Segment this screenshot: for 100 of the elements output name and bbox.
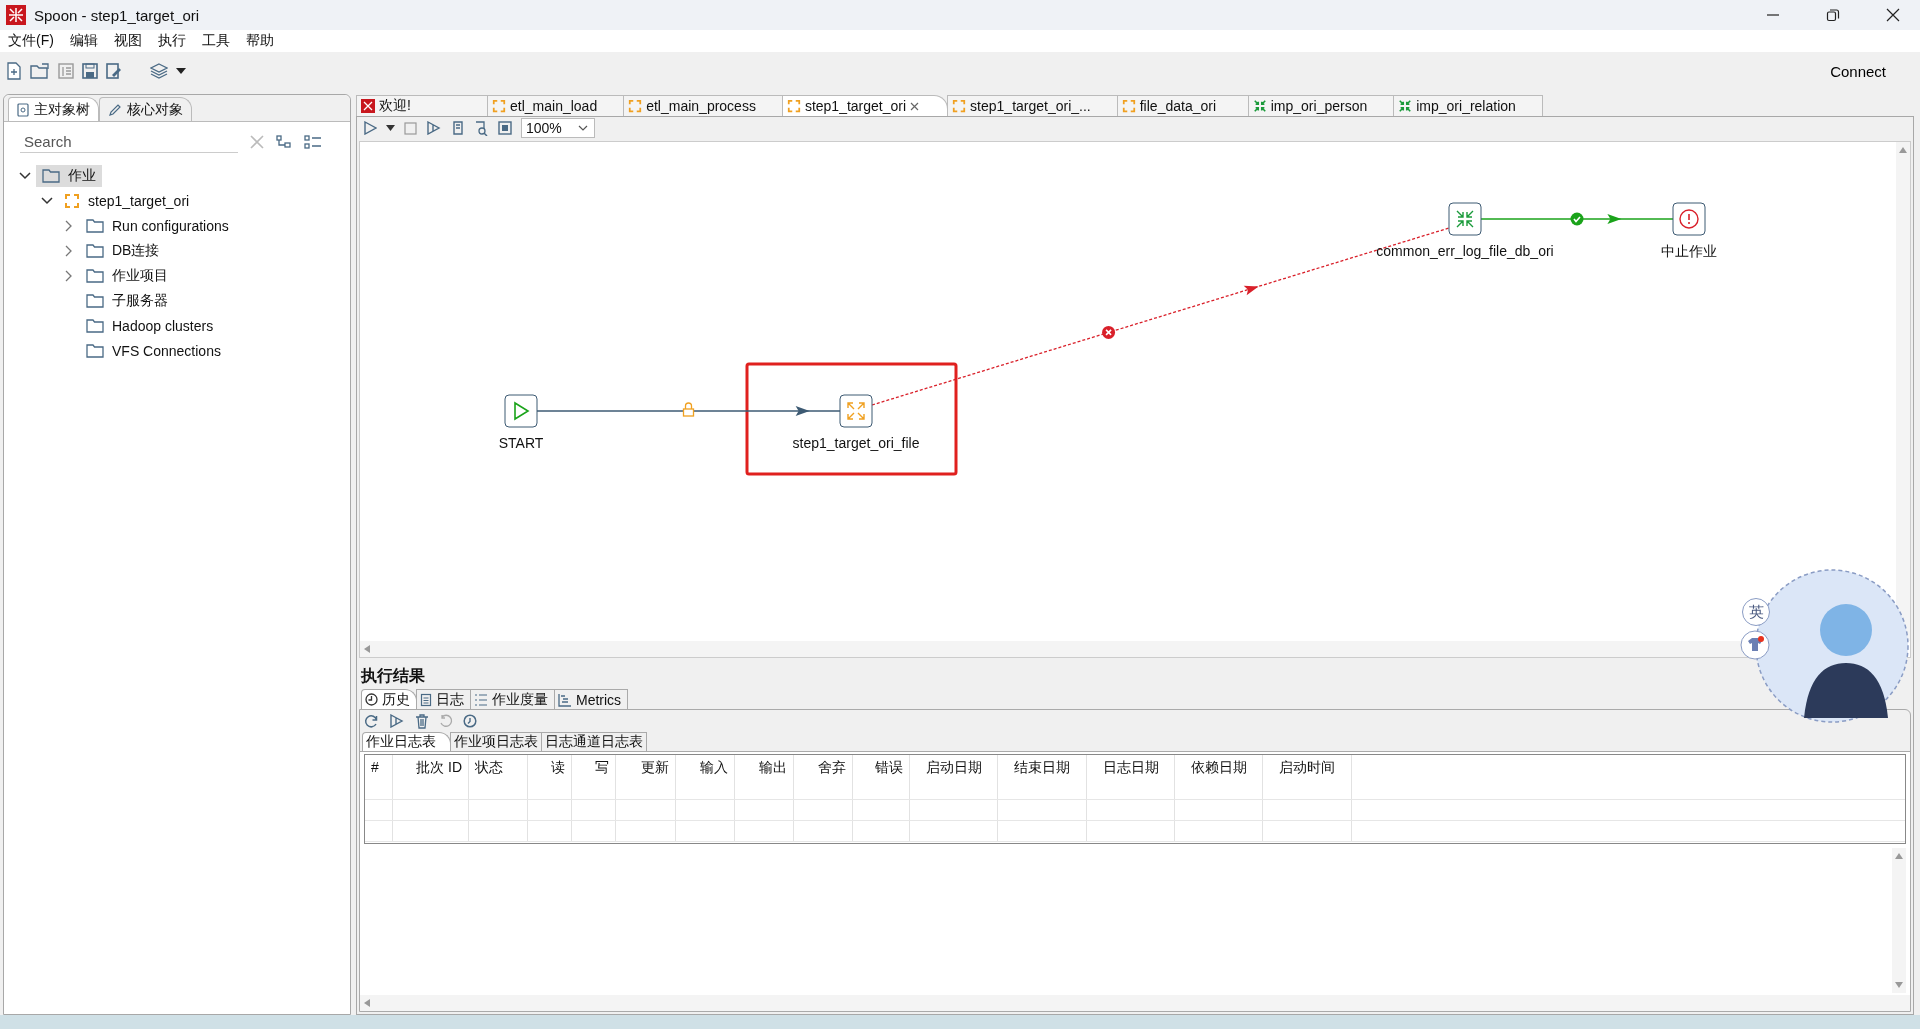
results-tab[interactable]: Metrics: [554, 689, 629, 709]
tree-item[interactable]: 子服务器: [80, 289, 174, 312]
refresh-icon[interactable]: [364, 713, 379, 729]
dropdown-caret-icon[interactable]: [386, 125, 395, 131]
column-header[interactable]: 舍弃: [794, 755, 853, 799]
folder-icon: [86, 218, 104, 233]
run-icon[interactable]: [363, 121, 377, 135]
node-label: 中止作业: [1661, 243, 1717, 259]
menu-item[interactable]: 执行: [157, 32, 186, 50]
dropdown-caret-icon[interactable]: [176, 68, 186, 74]
tree-item[interactable]: Run configurations: [80, 215, 235, 236]
new-file-icon[interactable]: [6, 62, 22, 80]
column-header[interactable]: 状态: [469, 755, 528, 799]
folder-icon: [86, 268, 104, 283]
layers-icon[interactable]: [150, 63, 168, 79]
log-table-tab[interactable]: 作业日志表: [362, 732, 451, 751]
app-logo-icon: [6, 5, 26, 25]
save-icon[interactable]: [82, 63, 98, 79]
folder-icon: [42, 168, 60, 183]
open-folder-icon[interactable]: [30, 63, 50, 79]
tree-item[interactable]: 作业项目: [80, 264, 174, 287]
column-header[interactable]: 日志日期: [1087, 755, 1175, 799]
check-job-icon[interactable]: [451, 121, 465, 135]
tree-item[interactable]: 作业: [36, 164, 102, 187]
editor-tab[interactable]: imp_ori_relation: [1393, 95, 1543, 116]
editor-tab[interactable]: imp_ori_person: [1247, 95, 1395, 116]
restore-icon[interactable]: [1826, 8, 1840, 22]
replay-icon[interactable]: [389, 714, 405, 728]
chevron-right-icon[interactable]: [65, 269, 73, 282]
column-header[interactable]: 错误: [853, 755, 910, 799]
trash-icon[interactable]: [415, 713, 429, 729]
chevron-right-icon[interactable]: [65, 244, 73, 257]
editor-tab[interactable]: etl_main_load: [487, 95, 625, 116]
abort-node[interactable]: [1672, 202, 1706, 236]
editor-tab[interactable]: step1_target_ori: [781, 95, 949, 116]
expand-tree-icon[interactable]: [304, 134, 322, 149]
editor-tab[interactable]: 欢迎!: [356, 95, 488, 116]
tree-item[interactable]: step1_target_ori: [58, 190, 196, 211]
column-header[interactable]: 依赖日期: [1175, 755, 1263, 799]
results-tab[interactable]: 作业度量: [470, 689, 555, 709]
chevron-right-icon[interactable]: [65, 219, 73, 232]
menu-item[interactable]: 帮助: [245, 32, 274, 50]
app-logo-icon: [361, 99, 375, 113]
column-header[interactable]: 启动日期: [910, 755, 998, 799]
results-tab[interactable]: 日志: [416, 689, 471, 709]
column-header[interactable]: 结束日期: [998, 755, 1087, 799]
document-icon: [420, 692, 432, 707]
column-header[interactable]: 启动时间: [1263, 755, 1352, 799]
editor-tab[interactable]: etl_main_process: [623, 95, 783, 116]
column-header[interactable]: #: [365, 755, 393, 799]
lock-icon: [682, 402, 695, 417]
column-header[interactable]: 读: [528, 755, 572, 799]
chevron-down-icon[interactable]: [577, 125, 588, 131]
editor-tab[interactable]: step1_target_ori_...: [947, 95, 1118, 116]
hop-arrow[interactable]: [536, 406, 841, 416]
tree-item[interactable]: DB连接: [80, 239, 166, 262]
transform-node[interactable]: [1448, 202, 1482, 236]
menu-item[interactable]: 视图: [113, 32, 142, 50]
column-header[interactable]: 输入: [676, 755, 735, 799]
sidebar-tab[interactable]: 主对象树: [8, 97, 99, 121]
job-node[interactable]: [839, 394, 873, 428]
tree-item[interactable]: Hadoop clusters: [80, 315, 220, 336]
sidebar-tab[interactable]: 核心对象: [99, 97, 192, 121]
numbered-list-icon: [474, 692, 488, 707]
menu-item[interactable]: 编辑: [69, 32, 98, 50]
close-icon[interactable]: [1886, 8, 1900, 22]
window-title: Spoon - step1_target_ori: [34, 6, 200, 24]
tree-item[interactable]: VFS Connections: [80, 340, 227, 361]
zoom-dropdown[interactable]: 100%: [521, 118, 595, 138]
clock-icon[interactable]: [463, 714, 477, 728]
job-icon: [952, 99, 967, 113]
editor-tab[interactable]: file_data_ori: [1116, 95, 1249, 116]
job-icon: [492, 99, 506, 113]
column-header[interactable]: 批次 ID: [393, 755, 469, 799]
chevron-down-icon[interactable]: [41, 196, 53, 205]
results-title: 执行结果: [359, 666, 426, 686]
job-icon: [628, 99, 643, 113]
start-node[interactable]: [504, 394, 538, 428]
connect-button[interactable]: Connect: [1822, 58, 1894, 84]
collapse-tree-icon[interactable]: [276, 134, 292, 149]
column-header[interactable]: 更新: [616, 755, 676, 799]
folder-icon: [86, 243, 104, 258]
menu-item[interactable]: 工具: [201, 32, 230, 50]
results-tab[interactable]: 历史: [361, 689, 417, 709]
fit-icon[interactable]: [498, 121, 512, 135]
job-icon: [1121, 99, 1136, 113]
chevron-down-icon[interactable]: [19, 171, 31, 180]
gantt-chart-icon: [558, 692, 572, 707]
error-mark-icon: [1102, 325, 1116, 339]
save-as-icon[interactable]: [106, 63, 122, 79]
column-header[interactable]: 输出: [735, 755, 794, 799]
menu-item[interactable]: 文件(F): [8, 32, 54, 50]
log-table-tab[interactable]: 作业项日志表: [450, 732, 542, 751]
transform-icon: [1252, 99, 1267, 113]
column-header[interactable]: 写: [572, 755, 616, 799]
replay-icon[interactable]: [426, 121, 442, 135]
shirt-icon[interactable]: [1740, 630, 1770, 660]
analyze-icon[interactable]: [474, 120, 489, 136]
log-table-tab[interactable]: 日志通道日志表: [541, 732, 647, 751]
hop-arrow[interactable]: [1480, 214, 1674, 224]
